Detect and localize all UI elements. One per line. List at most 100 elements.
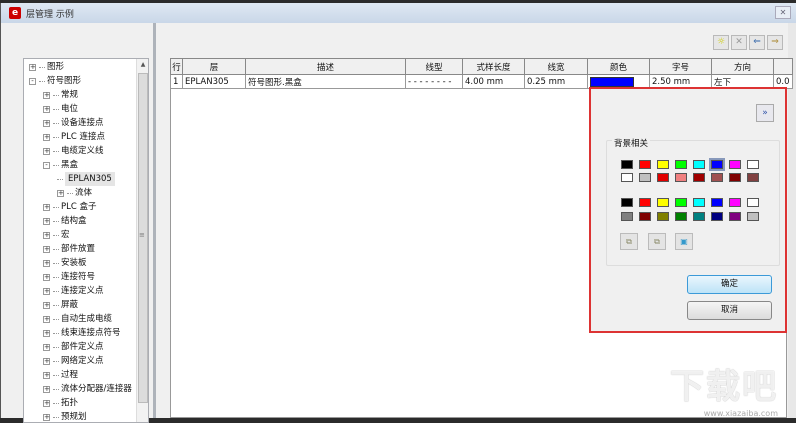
center-icon[interactable]: ▣ [675, 233, 693, 250]
color-swatch[interactable] [675, 198, 687, 207]
cell-line-width[interactable]: 0.25 mm [524, 74, 588, 89]
color-swatch[interactable] [675, 173, 687, 182]
color-swatch[interactable] [639, 160, 651, 169]
tree-item[interactable]: - 黑盒 [43, 158, 78, 172]
cell-linetype[interactable]: - - - - - - - - [405, 74, 463, 89]
expand-icon[interactable]: + [43, 259, 50, 267]
column-header[interactable]: 描述 [245, 58, 406, 75]
collapse-icon[interactable]: - [29, 77, 36, 85]
color-swatch[interactable] [693, 212, 705, 221]
tree-item[interactable]: + PLC 连接点 [43, 130, 105, 144]
tree-item[interactable]: + 电缆定义线 [43, 144, 104, 158]
expand-icon[interactable]: + [43, 399, 50, 407]
tree-item[interactable]: + 流体分配器/连接器 [43, 382, 132, 396]
color-swatch[interactable] [675, 160, 687, 169]
tree-item[interactable]: EPLAN305 [57, 172, 115, 186]
tree-item[interactable]: + 宏 [43, 228, 70, 242]
tree-item[interactable]: + 拓扑 [43, 396, 78, 410]
tree-item[interactable]: + PLC 盒子 [43, 200, 97, 214]
column-header[interactable]: 式样长度 [462, 58, 525, 75]
tree-item[interactable]: + 网络定义点 [43, 354, 104, 368]
expand-icon[interactable]: + [43, 203, 50, 211]
color-swatch[interactable] [621, 198, 633, 207]
tree-item[interactable]: + 常规 [43, 88, 78, 102]
expand-icon[interactable]: + [43, 329, 50, 337]
color-swatch[interactable] [711, 212, 723, 221]
expand-icon[interactable]: + [43, 385, 50, 393]
layer-front-icon[interactable]: ⧉ [620, 233, 638, 250]
expand-icon[interactable]: + [43, 343, 50, 351]
cell-pattern-length[interactable]: 4.00 mm [462, 74, 525, 89]
expand-icon[interactable]: + [43, 413, 50, 421]
expand-icon[interactable]: + [43, 217, 50, 225]
color-swatch[interactable] [747, 160, 759, 169]
color-swatch[interactable] [711, 173, 723, 182]
tree-item[interactable]: + 结构盒 [43, 214, 87, 228]
color-swatch[interactable] [747, 212, 759, 221]
color-swatch[interactable] [693, 160, 705, 169]
color-swatch[interactable] [621, 173, 633, 182]
tree-item[interactable]: + 部件放置 [43, 242, 95, 256]
color-swatch[interactable] [747, 173, 759, 182]
column-header[interactable]: 线宽 [524, 58, 588, 75]
cell-description[interactable]: 符号图形.黑盒 [245, 74, 406, 89]
tree-item[interactable]: + 电位 [43, 102, 78, 116]
color-swatch[interactable] [729, 212, 741, 221]
color-swatch[interactable] [621, 212, 633, 221]
column-header[interactable]: 字号 [649, 58, 712, 75]
expand-icon[interactable]: + [57, 189, 64, 197]
cancel-button[interactable]: 取消 [687, 301, 772, 320]
layer-back-icon[interactable]: ⧉ [648, 233, 666, 250]
column-header[interactable] [773, 58, 793, 75]
expand-icon[interactable]: + [43, 301, 50, 309]
color-swatch[interactable] [657, 212, 669, 221]
color-bar[interactable] [590, 76, 634, 87]
expand-icon[interactable]: + [43, 315, 50, 323]
delete-layer-icon[interactable]: ✕ [731, 35, 747, 50]
color-swatch[interactable] [747, 198, 759, 207]
column-header[interactable]: 颜色 [587, 58, 650, 75]
expand-icon[interactable]: + [43, 133, 50, 141]
expand-icon[interactable]: + [29, 63, 36, 71]
color-swatch[interactable] [693, 173, 705, 182]
expand-icon[interactable]: + [43, 91, 50, 99]
new-layer-icon[interactable]: ☼ [713, 35, 729, 50]
color-swatch[interactable] [711, 198, 723, 207]
tree-item[interactable]: + 流体 [57, 186, 92, 200]
tree-item[interactable]: + 设备连接点 [43, 116, 104, 130]
color-swatch[interactable] [675, 212, 687, 221]
tree-item[interactable]: + 自动生成电缆 [43, 312, 112, 326]
column-header[interactable]: 线型 [405, 58, 463, 75]
tree-item[interactable]: + 连接符号 [43, 270, 95, 284]
ok-button[interactable]: 确定 [687, 275, 772, 294]
expand-icon[interactable]: + [43, 105, 50, 113]
expand-icon[interactable]: + [43, 147, 50, 155]
tree-item[interactable]: + 图形 [29, 60, 64, 74]
column-header[interactable]: 方向 [711, 58, 774, 75]
cell-layer[interactable]: EPLAN305 [182, 74, 246, 89]
color-swatch[interactable] [729, 173, 741, 182]
tree-item[interactable]: + 预规划 [43, 410, 87, 422]
tree-item[interactable]: + 线束连接点符号 [43, 326, 121, 340]
column-header[interactable]: 行 [170, 58, 183, 75]
expand-icon[interactable]: + [43, 231, 50, 239]
color-swatch[interactable] [709, 158, 725, 171]
export-icon[interactable]: ⇒ [767, 35, 783, 50]
collapse-icon[interactable]: - [43, 161, 50, 169]
tree-item[interactable]: - 符号图形 [29, 74, 81, 88]
scroll-up-icon[interactable]: ▲ [137, 59, 148, 71]
color-swatch[interactable] [729, 160, 741, 169]
color-swatch[interactable] [657, 198, 669, 207]
color-swatch[interactable] [621, 160, 633, 169]
expand-icon[interactable]: + [43, 357, 50, 365]
expand-icon[interactable]: + [43, 371, 50, 379]
expand-icon[interactable]: + [43, 119, 50, 127]
expand-icon[interactable]: + [43, 273, 50, 281]
tree-item[interactable]: + 安装板 [43, 256, 87, 270]
column-header[interactable]: 层 [182, 58, 246, 75]
color-swatch[interactable] [729, 198, 741, 207]
color-swatch[interactable] [693, 198, 705, 207]
color-swatch[interactable] [639, 212, 651, 221]
color-swatch[interactable] [657, 173, 669, 182]
expand-icon[interactable]: + [43, 287, 50, 295]
